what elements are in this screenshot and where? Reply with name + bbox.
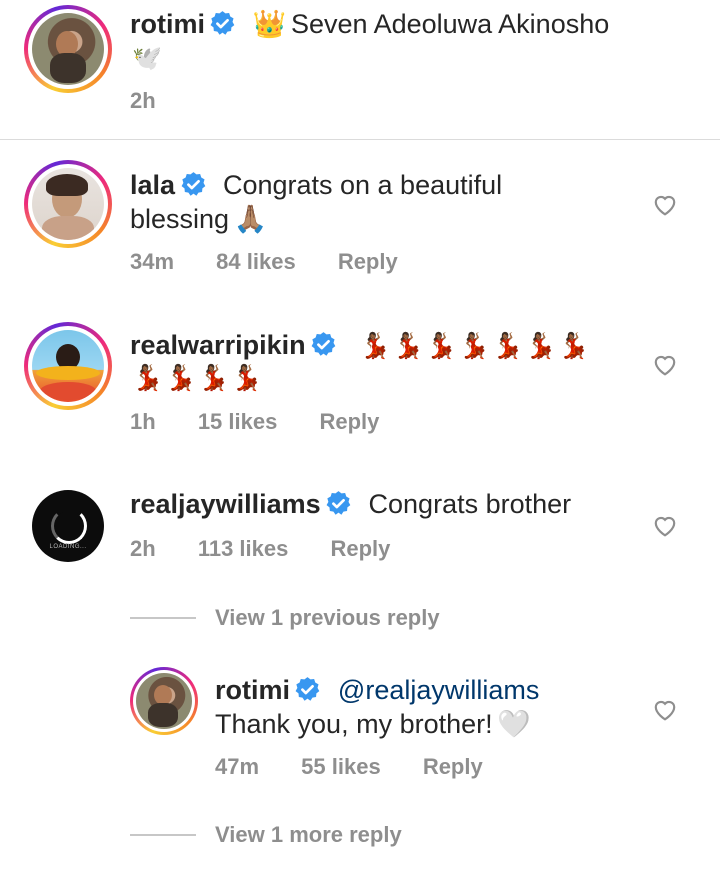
like-count[interactable]: 113 likes: [198, 536, 289, 561]
comment-time: 34m: [130, 249, 175, 274]
loading-label: LOADING...: [49, 544, 87, 550]
realwarripikin-comment-line1: realwarripikin 💃🏾💃🏾💃🏾💃🏾💃🏾💃🏾💃🏾: [130, 330, 591, 361]
thread-line: [130, 617, 196, 619]
reply-button[interactable]: Reply: [319, 409, 379, 434]
crown-emoji: 👑: [252, 9, 287, 39]
reply-text: Thank you, my brother!: [215, 709, 493, 739]
dancer-emojis-2: 💃🏾💃🏾💃🏾💃🏾: [132, 364, 265, 392]
caption-time: 2h: [130, 88, 156, 113]
realwarripikin-username[interactable]: realwarripikin: [130, 330, 306, 360]
realjaywilliams-comment-text: Congrats brother: [368, 489, 572, 519]
reply-line2: Thank you, my brother! 🤍: [215, 708, 531, 740]
caption-header: rotimi 👑 Seven Adeoluwa Akinosho: [130, 8, 609, 40]
verified-badge-icon: [211, 11, 235, 35]
lala-comment-text: Congrats on a beautiful: [222, 170, 503, 200]
heart-icon[interactable]: [652, 513, 678, 537]
thread-line: [130, 834, 196, 836]
reply-username[interactable]: rotimi: [215, 675, 290, 705]
like-count[interactable]: 55 likes: [301, 754, 381, 779]
view-more-reply-link[interactable]: View 1 more reply: [215, 822, 402, 848]
reply-button[interactable]: Reply: [330, 536, 390, 561]
lala-comment-line1: lala Congrats on a beautiful: [130, 170, 502, 201]
reply-button[interactable]: Reply: [338, 249, 398, 274]
heart-icon[interactable]: [652, 192, 678, 216]
lala-comment-line2: blessing 🙏🏽: [130, 203, 267, 235]
caption-divider: [0, 139, 720, 140]
lala-meta: 34m 84 likes Reply: [130, 249, 398, 275]
comment-time: 2h: [130, 536, 156, 561]
white-heart-emoji: 🤍: [497, 709, 531, 739]
like-count[interactable]: 15 likes: [198, 409, 278, 434]
dove-emoji: 🕊️: [132, 45, 162, 72]
lala-comment-text-2: blessing: [130, 204, 230, 234]
verified-badge-icon: [181, 172, 205, 196]
realwarripikin-meta: 1h 15 likes Reply: [130, 409, 379, 435]
lala-username[interactable]: lala: [130, 170, 175, 200]
reply-meta: 47m 55 likes Reply: [215, 754, 483, 780]
verified-badge-icon: [311, 332, 336, 356]
realjaywilliams-username[interactable]: realjaywilliams: [130, 489, 321, 519]
reply-button[interactable]: Reply: [423, 754, 483, 779]
reply-line1: rotimi @realjaywilliams: [215, 675, 539, 706]
dancer-emojis: 💃🏾💃🏾💃🏾💃🏾💃🏾💃🏾💃🏾: [359, 332, 592, 360]
verified-badge-icon: [326, 491, 351, 515]
caption-username[interactable]: rotimi: [130, 9, 205, 39]
mention-link[interactable]: @realjaywilliams: [338, 675, 539, 705]
reply-avatar[interactable]: [130, 667, 198, 735]
realjaywilliams-meta: 2h 113 likes Reply: [130, 536, 390, 562]
realwarripikin-avatar[interactable]: [24, 322, 112, 410]
realjaywilliams-avatar[interactable]: LOADING...: [32, 490, 104, 562]
like-count[interactable]: 84 likes: [216, 249, 296, 274]
verified-badge-icon: [296, 677, 320, 701]
pray-emoji: 🙏🏽: [233, 204, 268, 234]
realjaywilliams-comment: realjaywilliams Congrats brother: [130, 489, 571, 520]
comment-time: 1h: [130, 409, 156, 434]
caption-text: Seven Adeoluwa Akinosho: [291, 9, 610, 39]
heart-icon[interactable]: [652, 352, 678, 376]
view-previous-reply-link[interactable]: View 1 previous reply: [215, 605, 440, 631]
heart-icon[interactable]: [652, 697, 678, 721]
lala-avatar[interactable]: [24, 160, 112, 248]
caption-avatar[interactable]: [24, 5, 112, 93]
comment-time: 47m: [215, 754, 260, 779]
